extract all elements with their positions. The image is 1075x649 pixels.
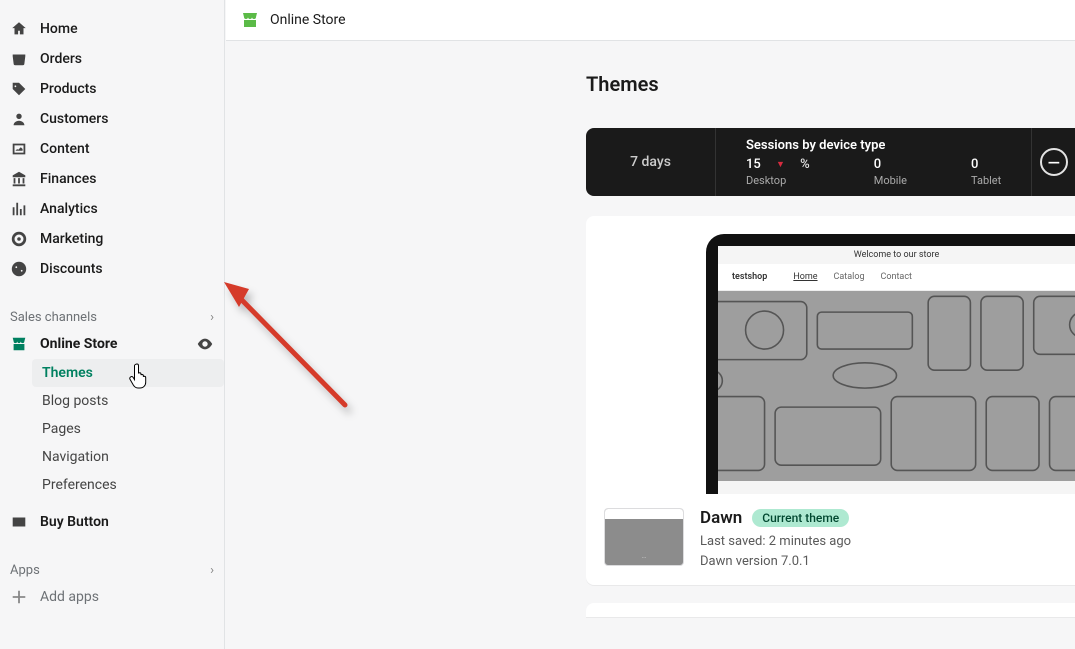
- nav-item-home[interactable]: Home: [0, 14, 224, 44]
- next-card: [586, 603, 1075, 617]
- eye-icon[interactable]: [196, 335, 214, 353]
- nav-item-marketing[interactable]: Marketing: [0, 224, 224, 254]
- nav-label: Customers: [40, 111, 108, 127]
- nav-label: Content: [40, 141, 90, 157]
- nav-item-content[interactable]: Content: [0, 134, 224, 164]
- online-store-subnav: Themes Blog posts Pages Navigation Prefe…: [0, 359, 224, 499]
- nav-item-finances[interactable]: Finances: [0, 164, 224, 194]
- nav-label: Marketing: [40, 231, 103, 247]
- nav-label: Products: [40, 81, 97, 97]
- stats-sessions: Sessions by device type 15 ▼ % Desktop 0…: [716, 128, 1031, 196]
- nav-label: Analytics: [40, 201, 98, 217]
- sidebar: Home Orders Products Customers Content F…: [0, 0, 225, 649]
- subnav-navigation[interactable]: Navigation: [32, 443, 224, 471]
- nav-group-main: Home Orders Products Customers Content F…: [0, 14, 224, 284]
- orders-icon: [10, 50, 28, 68]
- theme-saved: Last saved: 2 minutes ago: [700, 532, 851, 552]
- subnav-blog-posts[interactable]: Blog posts: [32, 387, 224, 415]
- buy-button-icon: [10, 513, 28, 531]
- nav-item-online-store[interactable]: Online Store: [0, 329, 224, 359]
- main: Online Store Themes 7 days Sessions by d…: [226, 0, 1075, 649]
- preview-nav-home: Home: [793, 272, 817, 282]
- chevron-right-icon: ›: [210, 310, 214, 325]
- customers-icon: [10, 110, 28, 128]
- section-label: Sales channels: [10, 310, 97, 325]
- preview-nav-catalog: Catalog: [834, 272, 865, 282]
- preview-brand: testshop: [732, 272, 767, 282]
- theme-preview[interactable]: Welcome to our store testshop Home Catal…: [586, 216, 1075, 494]
- nav-label: Buy Button: [40, 514, 109, 530]
- subnav-preferences[interactable]: Preferences: [32, 471, 224, 499]
- chevron-right-icon: ›: [210, 563, 214, 578]
- nav-item-orders[interactable]: Orders: [0, 44, 224, 74]
- theme-thumbnail[interactable]: ⋯: [604, 508, 684, 566]
- stats-period[interactable]: 7 days: [586, 128, 716, 196]
- nav-label: Discounts: [40, 261, 103, 277]
- content: Themes 7 days Sessions by device type 15…: [226, 48, 1075, 649]
- stat-mobile: 0 Mobile: [874, 157, 907, 187]
- nav-label: Orders: [40, 51, 82, 67]
- store-icon: [10, 335, 28, 353]
- preview-hero: [718, 291, 1075, 481]
- theme-card: Welcome to our store testshop Home Catal…: [586, 216, 1075, 585]
- preview-header: testshop Home Catalog Contact: [718, 264, 1075, 291]
- theme-version: Dawn version 7.0.1: [700, 552, 851, 572]
- section-label: Apps: [10, 563, 40, 578]
- nav-label: Finances: [40, 171, 96, 187]
- sales-channels-header[interactable]: Sales channels ›: [0, 304, 224, 329]
- nav-item-add-apps[interactable]: Add apps: [0, 582, 224, 612]
- stat-desktop: 15 ▼ % Desktop: [746, 157, 810, 187]
- topbar-title: Online Store: [270, 12, 346, 28]
- store-logo-icon: [240, 10, 260, 30]
- stats-title: Sessions by device type: [746, 138, 1001, 153]
- subnav-pages[interactable]: Pages: [32, 415, 224, 443]
- nav-item-discounts[interactable]: Discounts: [0, 254, 224, 284]
- finances-icon: [10, 170, 28, 188]
- nav-item-buy-button[interactable]: Buy Button: [0, 507, 224, 537]
- nav-label: Online Store: [40, 336, 117, 352]
- theme-name: Dawn: [700, 508, 742, 528]
- stats-bar: 7 days Sessions by device type 15 ▼ % De…: [586, 128, 1075, 196]
- nav-item-analytics[interactable]: Analytics: [0, 194, 224, 224]
- nav-label: Home: [40, 21, 78, 37]
- apps-header[interactable]: Apps ›: [0, 557, 224, 582]
- topbar: Online Store: [226, 0, 1075, 41]
- preview-welcome: Welcome to our store: [718, 246, 1075, 264]
- stats-action-button[interactable]: —: [1031, 128, 1075, 196]
- marketing-icon: [10, 230, 28, 248]
- analytics-icon: [10, 200, 28, 218]
- products-icon: [10, 80, 28, 98]
- content-icon: [10, 140, 28, 158]
- nav-item-customers[interactable]: Customers: [0, 104, 224, 134]
- theme-meta: ⋯ Dawn Current theme Last saved: 2 minut…: [586, 494, 1075, 585]
- preview-nav-contact: Contact: [881, 272, 912, 282]
- arrow-down-icon: ▼: [776, 159, 785, 170]
- stat-tablet: 0 Tablet: [971, 157, 1001, 187]
- page-title: Themes: [586, 72, 1075, 96]
- nav-label: Add apps: [40, 589, 99, 605]
- current-theme-badge: Current theme: [752, 509, 849, 527]
- discounts-icon: [10, 260, 28, 278]
- nav-item-products[interactable]: Products: [0, 74, 224, 104]
- plus-icon: [10, 588, 28, 606]
- home-icon: [10, 20, 28, 38]
- subnav-themes[interactable]: Themes: [32, 359, 224, 387]
